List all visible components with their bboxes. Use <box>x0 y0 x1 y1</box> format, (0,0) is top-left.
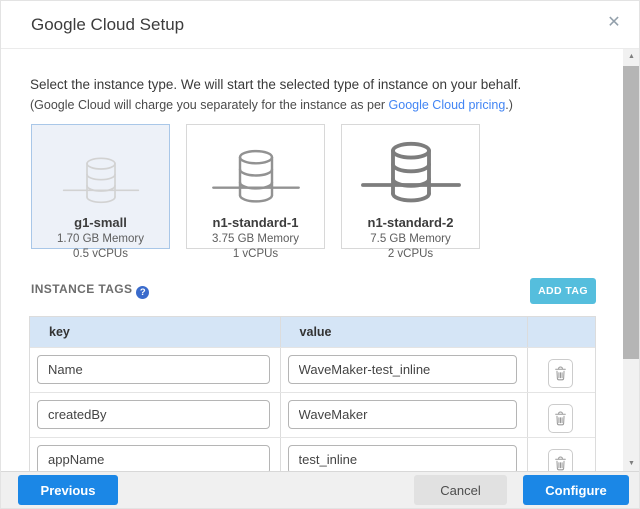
instance-memory: 3.75 GB Memory <box>212 233 299 245</box>
table-row <box>30 392 595 437</box>
instance-vcpus: 2 vCPUs <box>388 248 433 260</box>
previous-button[interactable]: Previous <box>18 475 118 505</box>
intro-line-1: Select the instance type. We will start … <box>30 77 521 92</box>
scrollbar-up-icon[interactable]: ▲ <box>623 49 640 64</box>
tag-key-input[interactable] <box>37 355 270 384</box>
tag-value-input[interactable] <box>288 400 518 429</box>
instance-card-g1-small[interactable]: g1-small 1.70 GB Memory 0.5 vCPUs <box>31 124 170 249</box>
trash-icon <box>554 366 567 381</box>
intro-line-2-suffix: .) <box>505 98 513 112</box>
column-header-key: key <box>30 317 281 347</box>
database-icon <box>32 137 169 209</box>
scrollbar-thumb[interactable] <box>623 66 640 359</box>
tag-key-input[interactable] <box>37 400 270 429</box>
instance-memory: 7.5 GB Memory <box>370 233 451 245</box>
scrollbar-down-icon[interactable]: ▼ <box>623 456 640 471</box>
delete-tag-button[interactable] <box>548 359 573 388</box>
instance-tags-label: INSTANCE TAGS? <box>31 282 149 299</box>
trash-icon <box>554 411 567 426</box>
instance-name: g1-small <box>74 215 127 230</box>
close-icon[interactable]: ✕ <box>603 12 625 34</box>
instance-card-n1-standard-2[interactable]: n1-standard-2 7.5 GB Memory 2 vCPUs <box>341 124 480 249</box>
configure-button[interactable]: Configure <box>523 475 629 505</box>
google-cloud-setup-dialog: Google Cloud Setup ✕ Select the instance… <box>0 0 640 509</box>
tag-value-input[interactable] <box>288 445 518 474</box>
instance-card-n1-standard-1[interactable]: n1-standard-1 3.75 GB Memory 1 vCPUs <box>186 124 325 249</box>
instance-name: n1-standard-2 <box>368 215 454 230</box>
instance-vcpus: 1 vCPUs <box>233 248 278 260</box>
trash-icon <box>554 456 567 471</box>
column-header-actions <box>528 317 595 347</box>
add-tag-button[interactable]: ADD TAG <box>530 278 596 304</box>
instance-vcpus: 0.5 vCPUs <box>73 248 128 260</box>
instance-memory: 1.70 GB Memory <box>57 233 144 245</box>
intro-line-2-prefix: (Google Cloud will charge you separately… <box>30 98 389 112</box>
intro-line-2: (Google Cloud will charge you separately… <box>30 98 513 112</box>
delete-tag-button[interactable] <box>548 404 573 433</box>
tag-value-input[interactable] <box>288 355 518 384</box>
table-row <box>30 347 595 392</box>
table-header-row: key value <box>30 317 595 347</box>
instance-tags-label-text: INSTANCE TAGS <box>31 282 132 296</box>
instance-type-list: g1-small 1.70 GB Memory 0.5 vCPUs n1-sta… <box>31 124 480 249</box>
column-header-value: value <box>281 317 529 347</box>
tag-key-input[interactable] <box>37 445 270 474</box>
instance-name: n1-standard-1 <box>213 215 299 230</box>
dialog-footer: Previous Cancel Configure <box>1 471 639 509</box>
dialog-title: Google Cloud Setup <box>31 15 184 35</box>
instance-tags-table: key value <box>29 316 596 482</box>
dialog-header: Google Cloud Setup ✕ <box>1 1 639 49</box>
scrollbar: ▲ ▼ <box>623 49 640 471</box>
database-icon <box>342 137 479 209</box>
help-icon[interactable]: ? <box>136 286 149 299</box>
google-cloud-pricing-link[interactable]: Google Cloud pricing <box>389 98 506 112</box>
cancel-button[interactable]: Cancel <box>414 475 507 505</box>
database-icon <box>187 137 324 209</box>
